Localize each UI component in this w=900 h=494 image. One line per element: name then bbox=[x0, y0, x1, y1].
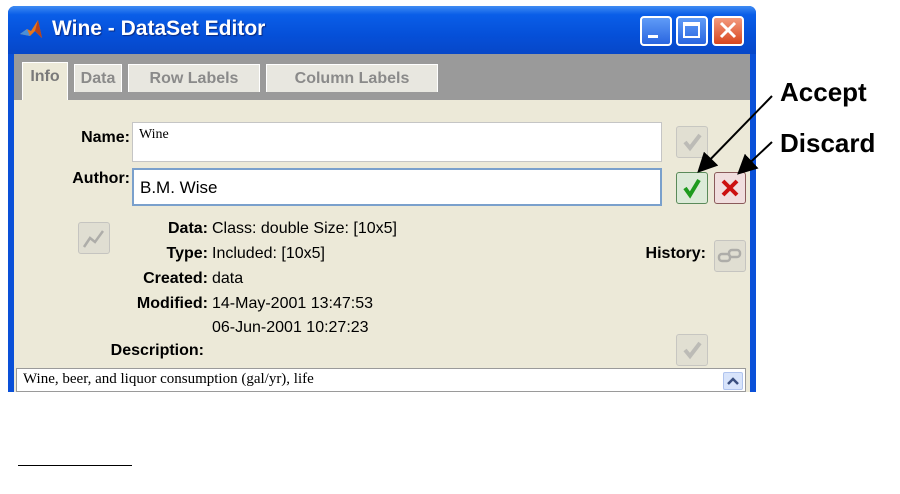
discard-annotation: Discard bbox=[780, 128, 876, 158]
annotation-arrows bbox=[697, 95, 773, 175]
footnote-divider bbox=[18, 465, 132, 466]
accept-arrow bbox=[697, 95, 773, 173]
accept-annotation: Accept bbox=[780, 77, 867, 107]
discard-arrow bbox=[737, 141, 773, 175]
